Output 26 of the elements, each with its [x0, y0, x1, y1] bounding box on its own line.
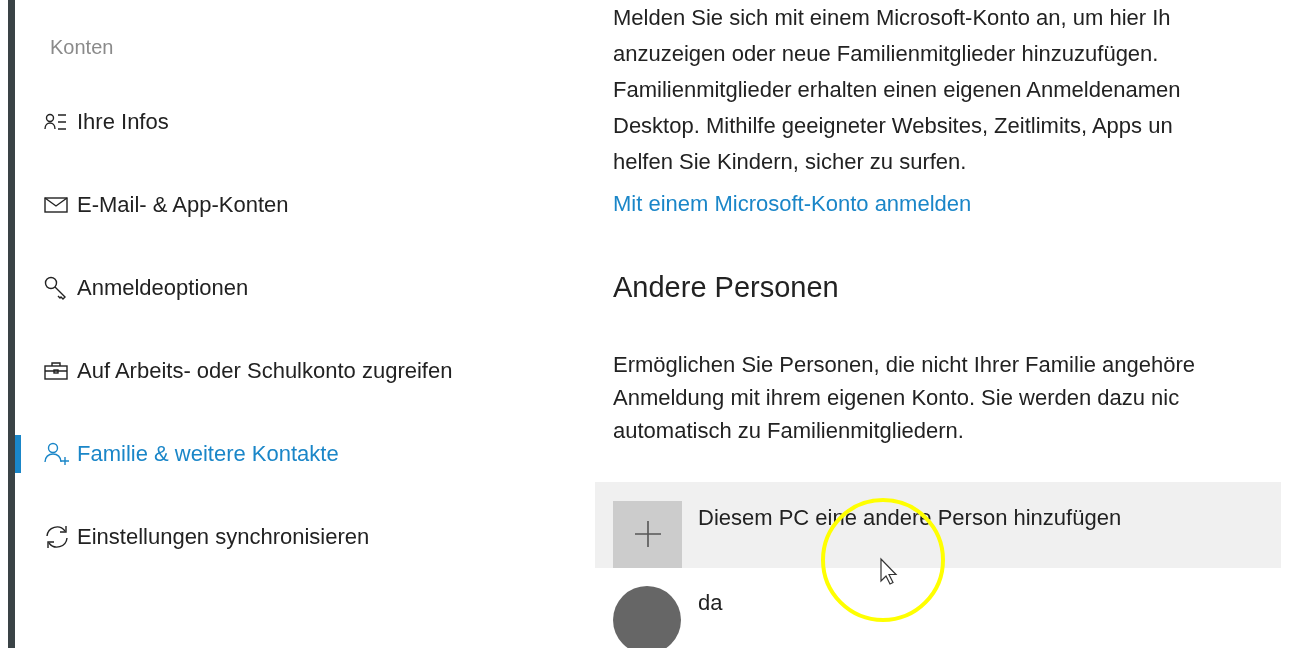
- nav-item[interactable]: Familie & weitere Kontakte: [15, 412, 595, 495]
- nav-item[interactable]: Auf Arbeits- oder Schulkonto zugreifen: [15, 329, 595, 412]
- person-list-icon: [44, 112, 68, 131]
- user-name: da: [698, 588, 723, 617]
- description-line: Desktop. Mithilfe geeigneter Websites, Zeitlimits, Apps un: [613, 112, 1173, 140]
- description-line: anzuzeigen oder neue Familienmitglieder hinzuzufügen.: [613, 40, 1159, 68]
- nav-item[interactable]: E-Mail- & App-Konten: [15, 163, 595, 246]
- description-line: helfen Sie Kindern, sicher zu surfen.: [613, 148, 967, 176]
- sync-icon: [44, 524, 70, 549]
- description-line: automatisch zu Familienmitgliedern.: [613, 416, 964, 445]
- person-add-icon: [44, 441, 70, 466]
- section-heading: Andere Personen: [613, 270, 839, 305]
- description-line: Melden Sie sich mit einem Microsoft-Konto an, um hier Ih: [613, 4, 1171, 32]
- nav-item[interactable]: Ihre Infos: [15, 80, 595, 163]
- briefcase-icon: [44, 361, 68, 380]
- section-title: Konten: [50, 35, 115, 60]
- nav-item[interactable]: Einstellungen synchronisieren: [15, 495, 595, 578]
- envelope-icon: [44, 196, 68, 213]
- description-line: Ermöglichen Sie Personen, die nicht Ihrer Familie angehöre: [613, 350, 1196, 379]
- description-line: Familienmitglieder erhalten einen eigenen Anmeldenamen: [613, 76, 1181, 104]
- nav-item[interactable]: Anmeldeoptionen: [15, 246, 595, 329]
- avatar: [613, 585, 681, 648]
- sign-in-link[interactable]: Mit einem Microsoft-Konto anmelden: [613, 187, 972, 220]
- key-icon: [44, 275, 68, 300]
- plus-icon: [613, 500, 682, 568]
- description-line: Anmeldung mit ihrem eigenen Konto. Sie werden dazu nic: [613, 383, 1180, 412]
